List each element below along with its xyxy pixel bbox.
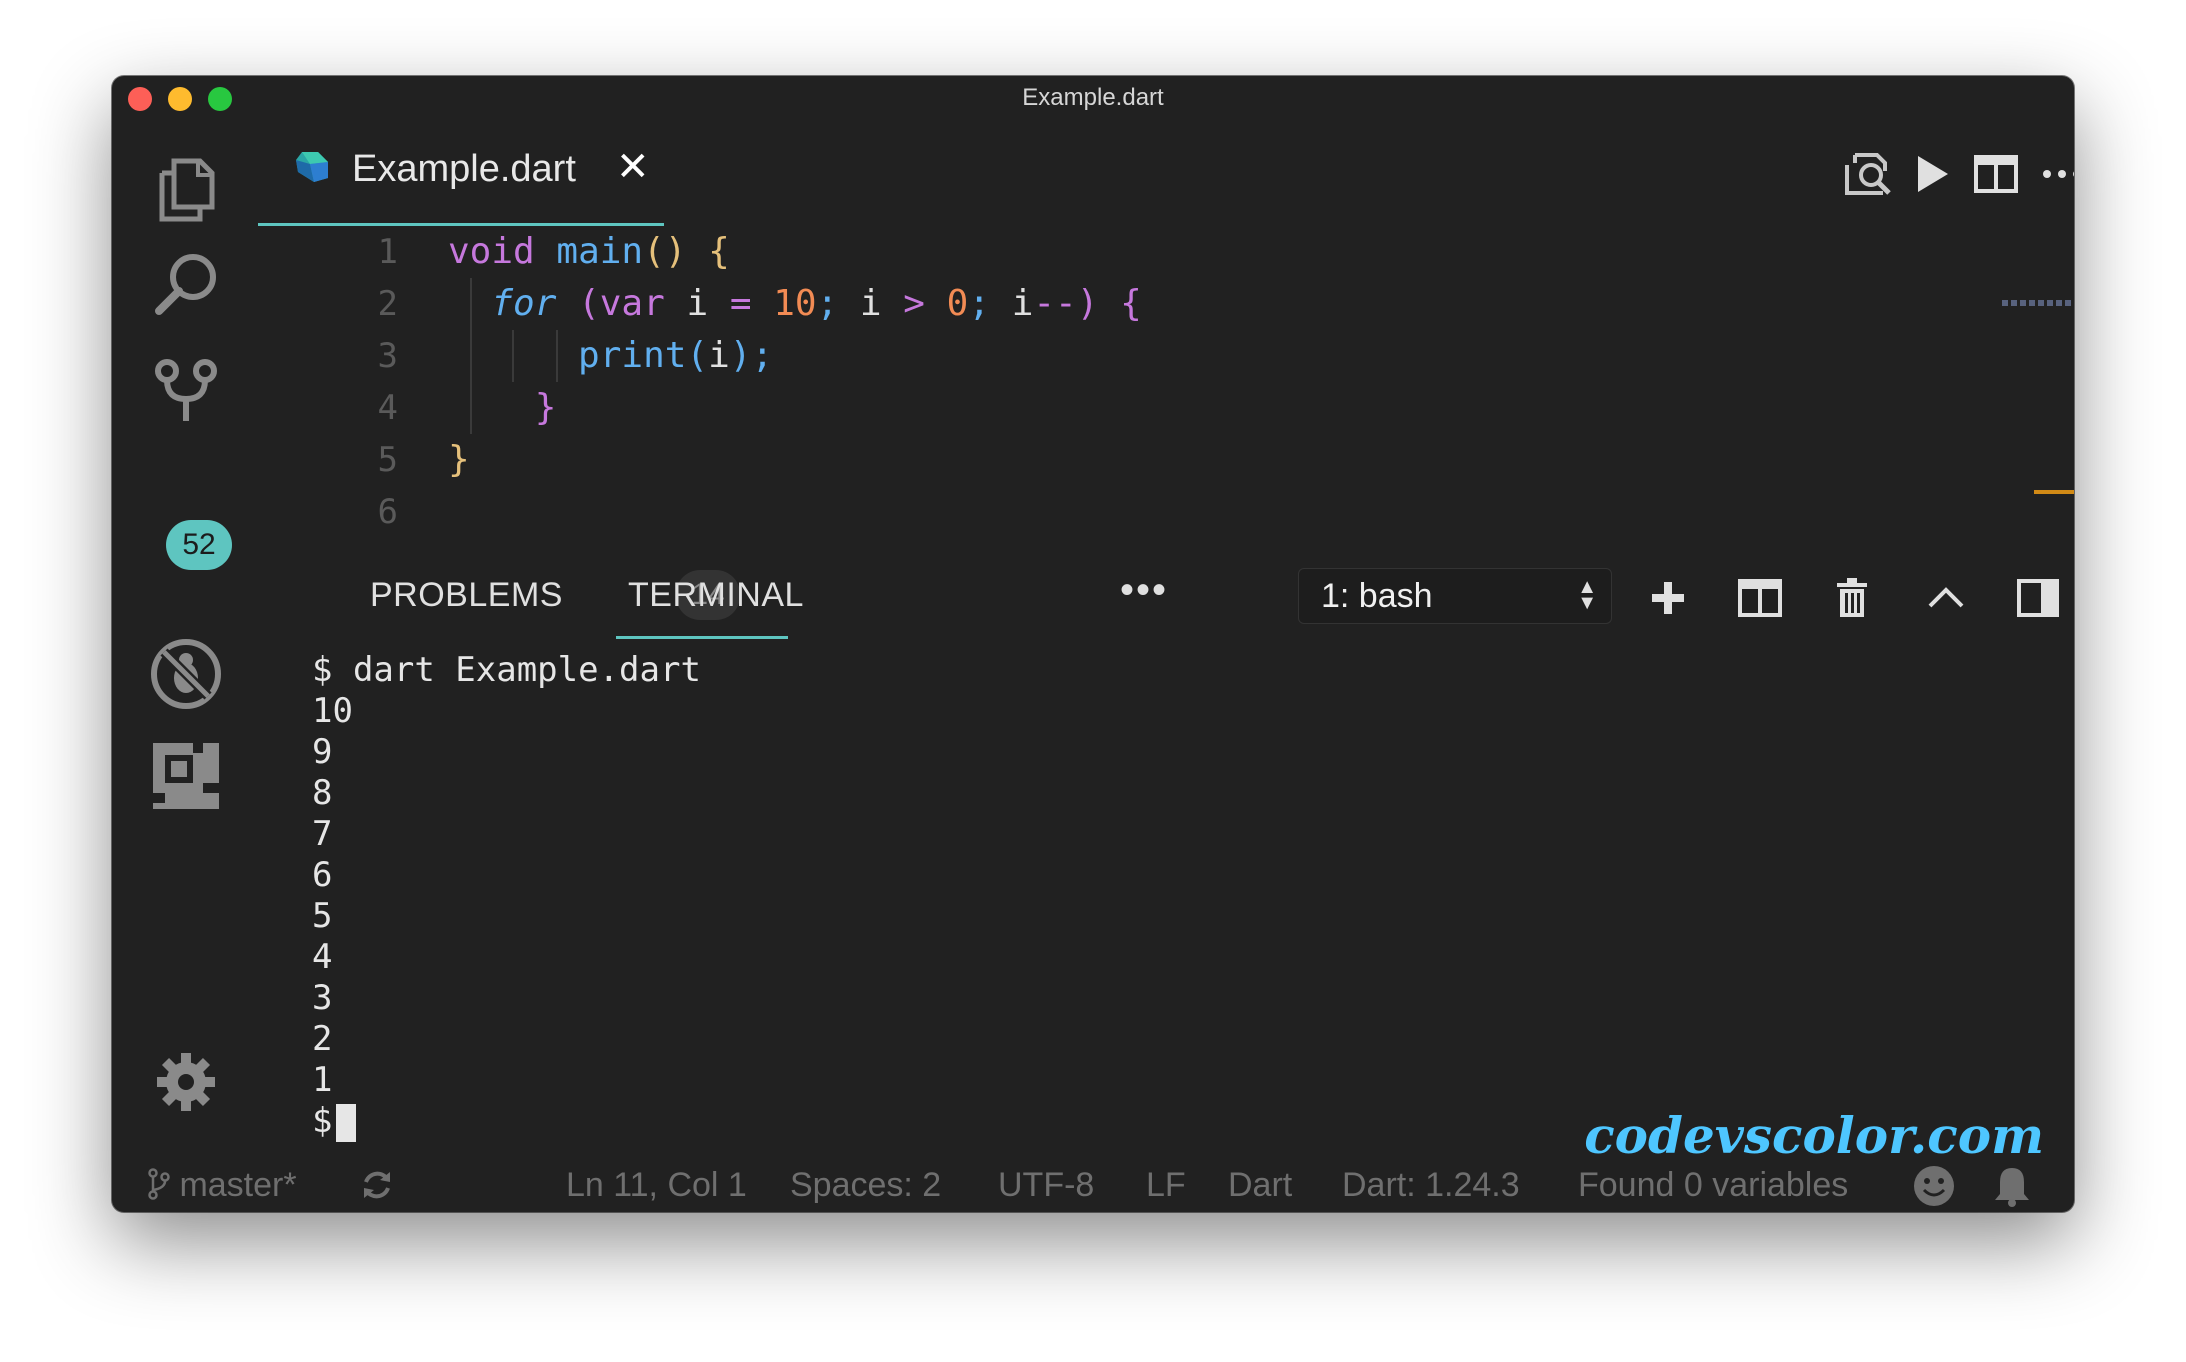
terminal-output[interactable]: $ dart Example.dart 10 9 8 7 6 5 4 3 2 1… <box>312 650 2012 1142</box>
terminal-prompt: $ <box>312 1101 333 1141</box>
terminal-line: 6 <box>312 855 333 895</box>
terminal-line: 5 <box>312 896 333 936</box>
gear-icon[interactable] <box>148 1044 224 1120</box>
source-control-badge: 52 <box>166 520 232 570</box>
end-of-line[interactable]: LF <box>1146 1166 1186 1205</box>
status-bar: master* Ln 11, Col 1 Spaces: 2 UTF-8 LF … <box>112 1156 2074 1212</box>
code-line: } <box>534 387 557 428</box>
tab-close-icon[interactable]: ✕ <box>616 144 650 190</box>
explorer-icon[interactable] <box>148 152 224 228</box>
line-number: 3 <box>377 336 398 376</box>
minimap[interactable] <box>2002 300 2072 306</box>
bell-icon[interactable] <box>1992 1164 2032 1212</box>
editor-window: Example.dart 52 Example.dart ✕ 1 2 3 4 5… <box>112 76 2074 1212</box>
window-title: Example.dart <box>1022 84 1164 111</box>
overview-ruler-marker <box>2034 490 2074 494</box>
code-line: } <box>448 439 470 480</box>
line-number-gutter: 1 2 3 4 5 6 <box>318 226 398 538</box>
sync-icon[interactable] <box>360 1168 394 1211</box>
tab-problems[interactable]: PROBLEMS <box>370 576 563 615</box>
branch-indicator[interactable]: master* <box>148 1166 297 1205</box>
variables-status: Found 0 variables <box>1578 1166 1849 1204</box>
terminal-line: 3 <box>312 978 333 1018</box>
split-editor-icon[interactable] <box>1966 144 2026 204</box>
activity-bar: 52 <box>112 116 258 1212</box>
code-line: for (var i = 10; i > 0; i--) { <box>491 283 1142 324</box>
line-number: 4 <box>377 388 398 428</box>
line-number: 5 <box>377 440 398 480</box>
add-terminal-icon[interactable] <box>1638 568 1698 628</box>
search-icon[interactable] <box>148 246 224 322</box>
terminal-line: $ dart Example.dart <box>312 650 701 690</box>
indentation[interactable]: Spaces: 2 <box>790 1166 941 1205</box>
select-caret-icon: ▲ ▼ <box>1577 576 1597 614</box>
cursor-position[interactable]: Ln 11, Col 1 <box>566 1166 747 1205</box>
source-control-icon[interactable] <box>148 352 224 428</box>
run-icon[interactable] <box>1902 144 1962 204</box>
dart-sdk-version[interactable]: Dart: 1.24.3 <box>1342 1166 1520 1205</box>
encoding[interactable]: UTF-8 <box>998 1166 1094 1205</box>
terminal-line: 2 <box>312 1019 333 1059</box>
terminal-line: 8 <box>312 773 333 813</box>
branch-icon <box>148 1166 179 1204</box>
terminal-cursor <box>336 1103 357 1142</box>
terminal-line: 10 <box>312 691 353 731</box>
dart-file-icon <box>294 150 330 189</box>
tab-bar: Example.dart ✕ <box>258 116 2074 226</box>
open-preview-icon[interactable] <box>1838 144 1898 204</box>
tab-example-dart[interactable]: Example.dart ✕ <box>258 116 664 226</box>
terminal-line: 9 <box>312 732 333 772</box>
language-mode[interactable]: Dart <box>1228 1166 1292 1205</box>
trash-icon[interactable] <box>1822 568 1882 628</box>
terminal-line: 1 <box>312 1060 333 1100</box>
panel-more-icon[interactable]: ••• <box>1120 568 1168 613</box>
line-number: 2 <box>377 284 398 324</box>
code-editor[interactable]: 1 2 3 4 5 6 void main() { for (var i = 1… <box>258 226 2074 546</box>
extensions-icon[interactable] <box>148 738 224 814</box>
active-panel-tab-indicator <box>616 636 788 639</box>
maximize-panel-icon[interactable] <box>1916 568 1976 628</box>
tab-terminal[interactable]: TERMINAL <box>628 576 804 615</box>
title-bar: Example.dart <box>112 76 2074 116</box>
more-icon[interactable] <box>2032 144 2074 204</box>
code-line: void main() { <box>448 231 730 272</box>
code-line: print(i); <box>578 335 774 376</box>
terminal-line: 4 <box>312 937 333 977</box>
toggle-panel-icon[interactable] <box>2008 568 2068 628</box>
panel-header: PROBLEMS 14 TERMINAL ••• 1: bash ▲ ▼ <box>258 546 2074 640</box>
debug-icon[interactable] <box>148 636 224 712</box>
terminal-select[interactable]: 1: bash ▲ ▼ <box>1298 568 1612 624</box>
line-number: 1 <box>377 232 398 272</box>
terminal-select-value: 1: bash <box>1321 577 1433 615</box>
code-lines: void main() { for (var i = 10; i > 0; i-… <box>448 226 1142 538</box>
terminal-line: 7 <box>312 814 333 854</box>
smiley-icon[interactable] <box>1912 1164 1956 1212</box>
split-terminal-icon[interactable] <box>1730 568 1790 628</box>
line-number: 6 <box>377 492 398 532</box>
branch-name: master* <box>179 1166 297 1204</box>
tab-label: Example.dart <box>352 148 576 190</box>
